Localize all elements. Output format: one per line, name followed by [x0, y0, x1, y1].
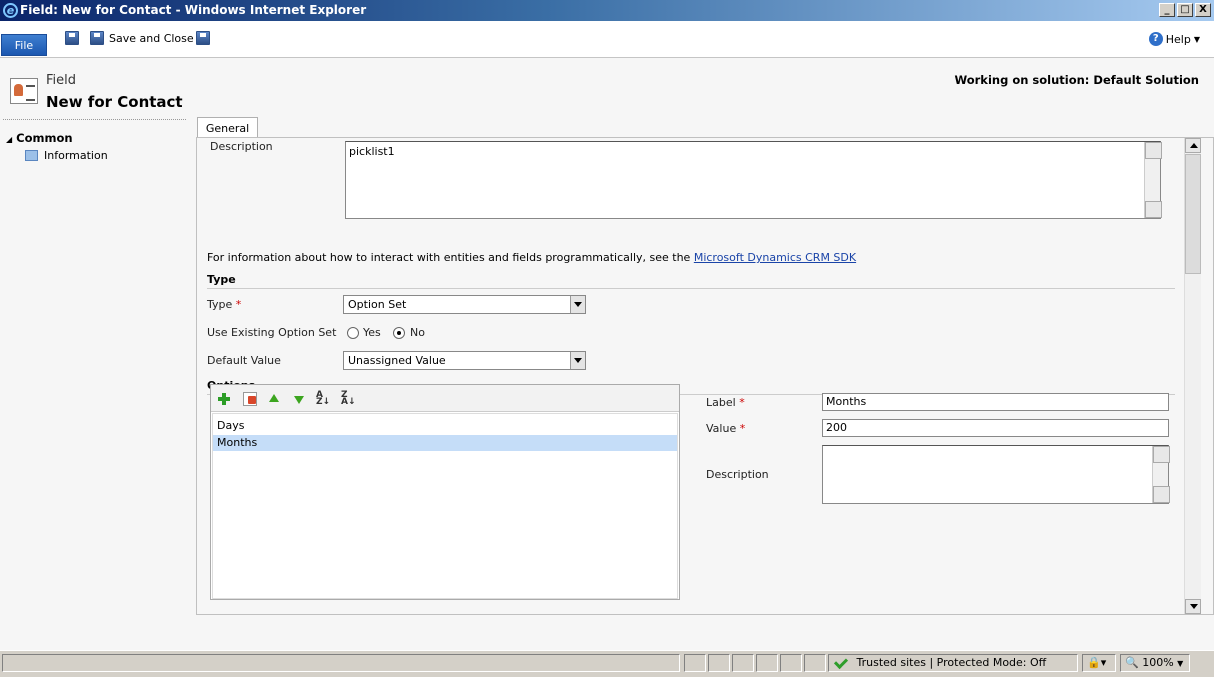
main-scrollbar[interactable]	[1184, 138, 1201, 614]
nav-divider	[3, 119, 186, 120]
description-label: Description	[210, 140, 273, 153]
form-header: Field New for Contact Working on solutio…	[0, 58, 1214, 116]
nav-item-label: Information	[44, 149, 108, 162]
sort-descending-icon[interactable]: Z A↓	[341, 391, 356, 407]
zoom-level: 100%	[1142, 656, 1174, 669]
window-controls: _ □ X	[1159, 3, 1211, 17]
status-text-cell	[2, 654, 680, 672]
option-value-label-wrap: Value *	[706, 422, 745, 435]
save-icon[interactable]	[65, 31, 79, 45]
description-scrollbar[interactable]	[1144, 142, 1162, 218]
required-marker: *	[235, 298, 242, 311]
maximize-button[interactable]: □	[1177, 3, 1193, 17]
file-button[interactable]: File	[1, 34, 47, 56]
use-existing-label: Use Existing Option Set	[207, 326, 337, 339]
sdk-info-prefix: For information about how to interact wi…	[207, 251, 694, 264]
required-marker: *	[739, 422, 746, 435]
add-option-icon[interactable]	[217, 392, 231, 406]
security-zone[interactable]: Trusted sites | Protected Mode: Off	[828, 654, 1078, 672]
list-item-option[interactable]: Days	[213, 418, 677, 434]
required-marker: *	[739, 396, 745, 409]
status-cell	[732, 654, 754, 672]
delete-option-icon[interactable]	[243, 392, 257, 406]
zoom-control[interactable]: 🔍 100% ▼	[1120, 654, 1190, 672]
window-title-bar: e Field: New for Contact - Windows Inter…	[0, 0, 1214, 21]
help-label: Help	[1165, 32, 1191, 46]
help-icon: ?	[1148, 32, 1163, 46]
chevron-down-icon	[570, 296, 585, 313]
option-label-input[interactable]: Months	[822, 393, 1169, 411]
option-description-label: Description	[706, 468, 769, 481]
page-title: New for Contact	[46, 93, 183, 111]
type-section-title: Type	[207, 273, 236, 286]
option-label-label-wrap: Label *	[706, 396, 745, 409]
sdk-info-text: For information about how to interact wi…	[207, 251, 856, 264]
solution-indicator: Working on solution: Default Solution	[954, 73, 1199, 87]
no-label: No	[410, 326, 425, 339]
default-value-label: Default Value	[207, 354, 281, 367]
save-and-close-icon[interactable]	[90, 31, 104, 45]
chevron-down-icon: ▼	[1193, 34, 1200, 44]
move-up-icon[interactable]	[267, 392, 281, 406]
default-value-select[interactable]: Unassigned Value	[343, 351, 586, 370]
publish-icon[interactable]	[196, 31, 210, 45]
scroll-up-icon[interactable]	[1185, 138, 1201, 153]
option-description-scrollbar[interactable]	[1152, 446, 1170, 503]
check-icon	[833, 654, 849, 670]
collapse-triangle-icon: ◢	[6, 135, 13, 144]
type-select[interactable]: Option Set	[343, 295, 586, 314]
type-label: Type	[207, 298, 233, 311]
internet-explorer-icon: e	[3, 3, 18, 18]
yes-label: Yes	[363, 326, 381, 339]
ribbon: File Save and Close ? Help ▼	[0, 21, 1214, 58]
tab-general[interactable]: General	[197, 117, 258, 138]
sort-ascending-icon[interactable]: A Z↓	[316, 391, 330, 407]
left-navigation: ◢ Common Information	[0, 116, 196, 650]
options-toolbar: A Z↓ Z A↓	[211, 385, 679, 412]
type-label-wrap: Type *	[207, 298, 241, 311]
use-existing-yes-radio[interactable]	[347, 327, 359, 339]
protected-mode-icon[interactable]: 🔒▾	[1082, 654, 1116, 672]
option-label-label: Label	[706, 396, 736, 409]
main-content: General Description picklist1 For inform…	[196, 116, 1214, 650]
move-down-icon[interactable]	[292, 392, 306, 406]
status-cell	[684, 654, 706, 672]
status-cell	[708, 654, 730, 672]
zoom-icon: 🔍	[1125, 656, 1139, 669]
entity-type-label: Field	[46, 73, 77, 88]
minimize-button[interactable]: _	[1159, 3, 1175, 17]
save-and-close-button[interactable]: Save and Close	[109, 32, 194, 45]
nav-group-label: Common	[16, 131, 73, 145]
list-item-option-selected[interactable]: Months	[213, 435, 677, 451]
scroll-down-icon[interactable]	[1185, 599, 1201, 614]
nav-group-common[interactable]: ◢ Common	[6, 131, 73, 145]
description-field[interactable]: picklist1	[345, 141, 1162, 219]
status-cell	[780, 654, 802, 672]
use-existing-no-radio[interactable]	[393, 327, 405, 339]
options-list: Days Months	[212, 413, 678, 599]
option-value-label: Value	[706, 422, 737, 435]
status-cell	[804, 654, 826, 672]
zone-text: Trusted sites | Protected Mode: Off	[856, 656, 1047, 669]
option-value-input[interactable]: 200	[822, 419, 1169, 437]
nav-item-information[interactable]: Information	[25, 149, 108, 162]
help-button[interactable]: ? Help ▼	[1148, 32, 1200, 46]
default-value-select-value: Unassigned Value	[348, 354, 446, 367]
chevron-down-icon: ▼	[1177, 659, 1184, 668]
close-button[interactable]: X	[1195, 3, 1211, 17]
status-bar: Trusted sites | Protected Mode: Off 🔒▾ 🔍…	[0, 650, 1214, 677]
sdk-link[interactable]: Microsoft Dynamics CRM SDK	[694, 251, 856, 264]
scroll-thumb[interactable]	[1185, 154, 1201, 274]
status-cell	[756, 654, 778, 672]
information-icon	[25, 150, 38, 161]
window-title: Field: New for Contact - Windows Interne…	[20, 3, 367, 17]
type-select-value: Option Set	[348, 298, 407, 311]
field-entity-icon	[10, 78, 38, 104]
options-editor: A Z↓ Z A↓ Days Months	[210, 384, 680, 600]
description-value: picklist1	[349, 145, 395, 158]
chevron-down-icon	[570, 352, 585, 369]
general-panel: Description picklist1 For information ab…	[196, 137, 1214, 615]
option-description-field[interactable]	[822, 445, 1170, 504]
type-section-divider	[207, 288, 1175, 289]
